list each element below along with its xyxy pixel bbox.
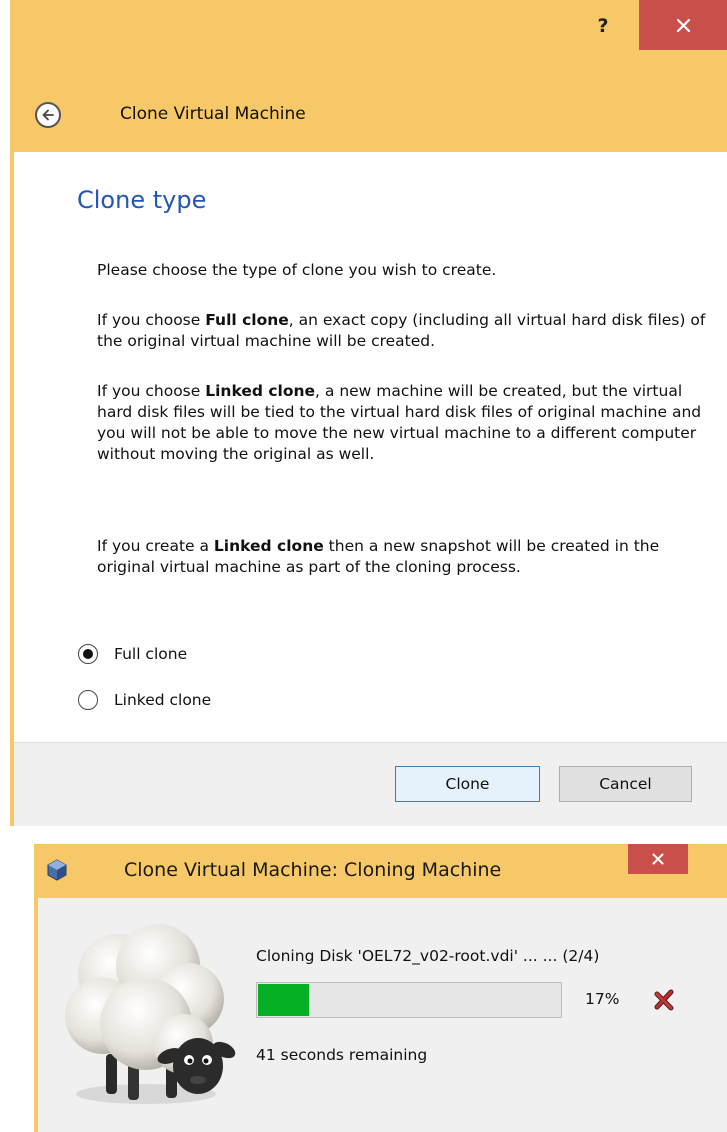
time-remaining: 41 seconds remaining (256, 1046, 428, 1064)
status-text: Cloning Disk 'OEL72_v02-root.vdi' ... ..… (256, 947, 600, 965)
linked-clone-radio[interactable]: Linked clone (78, 688, 211, 712)
close-button[interactable] (639, 0, 727, 50)
intro-text: Please choose the type of clone you wish… (97, 261, 497, 279)
back-button[interactable] (35, 102, 61, 128)
title-bar: Clone Virtual Machine: Cloning Machine (34, 844, 727, 898)
cancel-button[interactable]: Cancel (559, 766, 692, 802)
wizard-page: Clone type Please choose the type of clo… (14, 152, 727, 742)
clone-vm-dialog: ? Clone Virtual Machine Clone type Pleas… (10, 0, 727, 826)
clone-button[interactable]: Clone (395, 766, 540, 802)
linked-clone-description: If you choose Linked clone, a new machin… (97, 382, 702, 463)
close-icon (652, 853, 664, 865)
cloning-progress-dialog: Clone Virtual Machine: Cloning Machine C… (34, 844, 727, 1132)
sheep-icon (65, 924, 236, 1104)
close-icon (676, 18, 690, 32)
progress-bar (256, 982, 562, 1018)
full-clone-radio[interactable]: Full clone (78, 642, 187, 666)
dialog-title: Clone Virtual Machine (120, 104, 306, 124)
full-clone-description: If you choose Full clone, an exact copy … (97, 311, 706, 350)
button-bar: Clone Cancel (14, 742, 727, 826)
full-clone-label: Full clone (114, 645, 188, 663)
virtualbox-icon (47, 859, 67, 881)
progress-percent: 17% (585, 990, 620, 1008)
cancel-operation-icon[interactable] (652, 988, 676, 1012)
dialog-title: Clone Virtual Machine: Cloning Machine (124, 859, 502, 881)
radio-unselected-icon (78, 690, 98, 710)
radio-selected-icon (78, 644, 98, 664)
progress-fill (258, 984, 309, 1016)
arrow-left-icon (42, 109, 54, 121)
title-bar: ? (10, 0, 727, 50)
progress-body: Cloning Disk 'OEL72_v02-root.vdi' ... ..… (38, 898, 727, 1132)
close-button[interactable] (628, 844, 688, 874)
help-button[interactable]: ? (585, 12, 621, 40)
page-title: Clone type (77, 186, 207, 214)
snapshot-note: If you create a Linked clone then a new … (97, 537, 660, 576)
linked-clone-label: Linked clone (114, 691, 212, 709)
wizard-header: Clone Virtual Machine (10, 90, 727, 142)
